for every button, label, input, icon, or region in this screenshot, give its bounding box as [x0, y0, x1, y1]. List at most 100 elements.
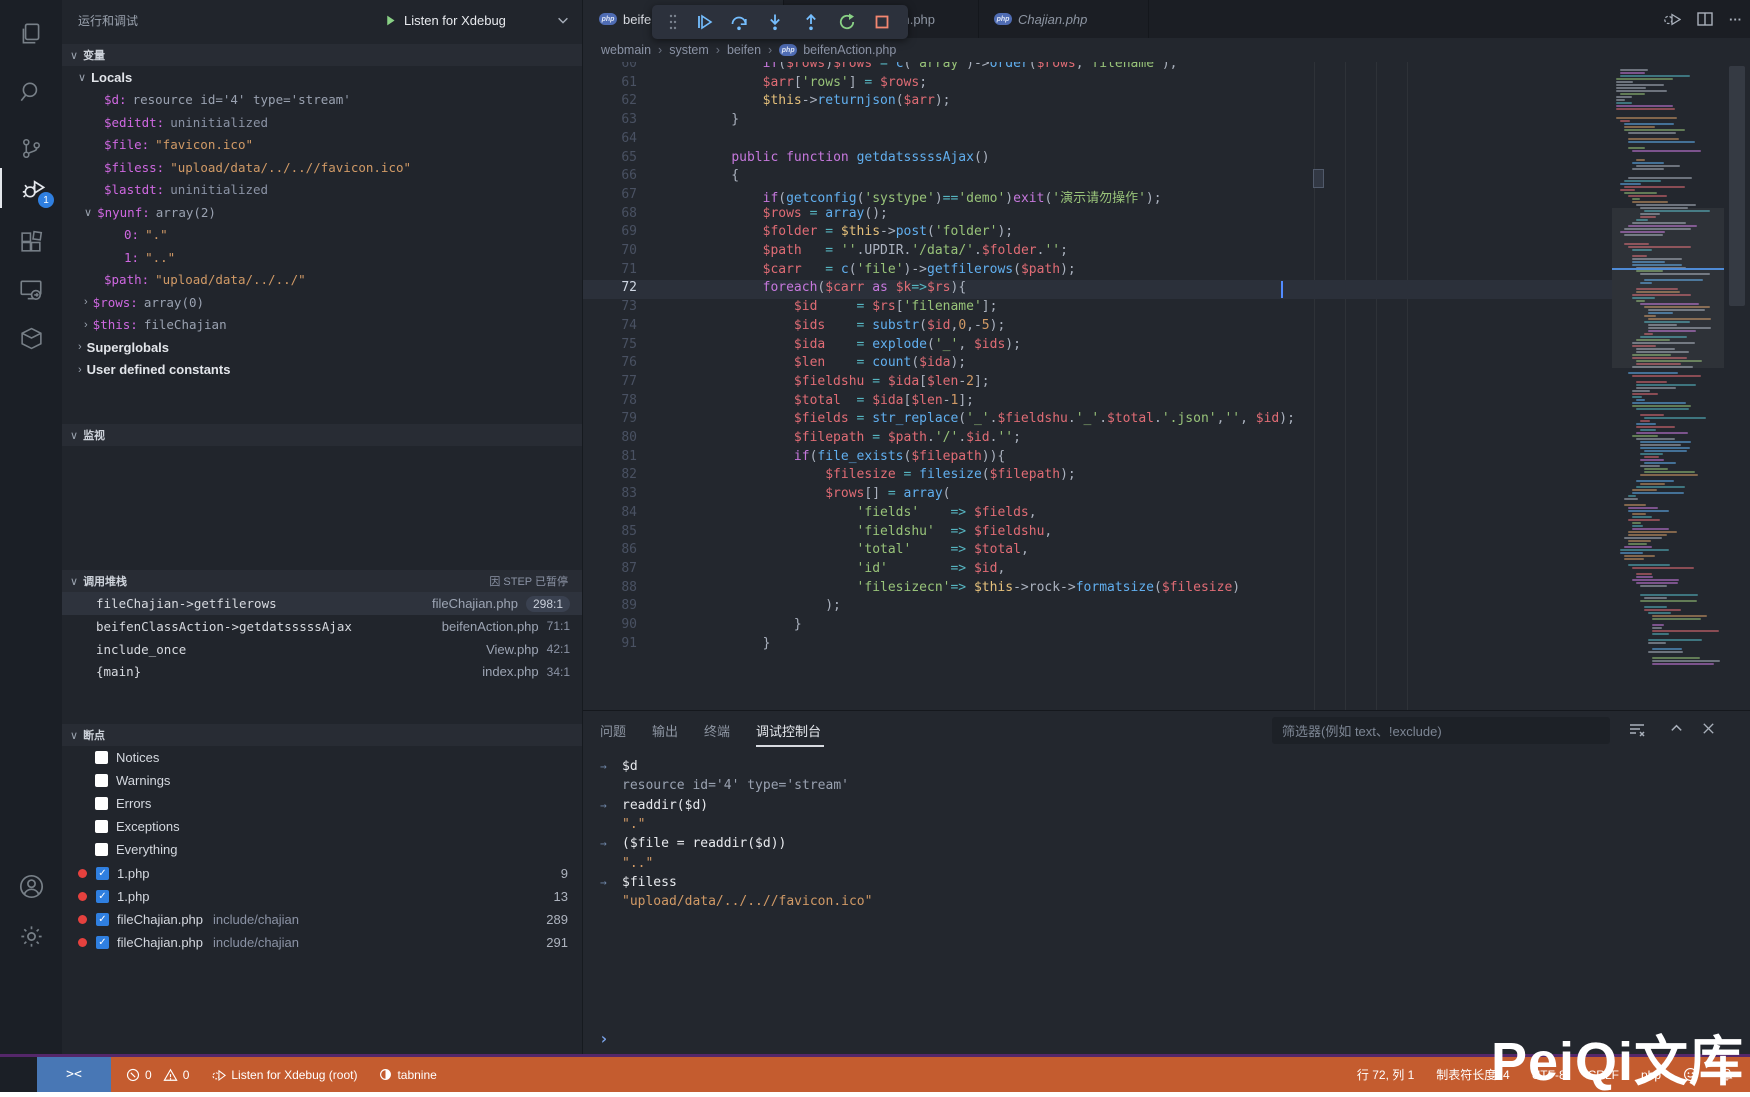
variable-row[interactable]: $editdt:uninitialized — [62, 111, 268, 133]
console-result-row[interactable]: ".." — [583, 856, 1750, 875]
variable-row[interactable]: $file:"favicon.ico" — [62, 134, 253, 156]
code-line[interactable]: 74 $ids = substr($id,0,-5); — [583, 318, 1612, 337]
breakpoint-option-exceptions[interactable]: Exceptions — [62, 815, 582, 838]
variable-row[interactable]: $lastdt:uninitialized — [62, 179, 268, 201]
editor-tab[interactable]: phpChajian.php — [978, 0, 1149, 38]
debug-status[interactable]: Listen for Xdebug (root) — [211, 1057, 357, 1092]
debug-run-icon[interactable] — [1663, 11, 1681, 27]
code-line[interactable]: 85 'fieldshu' => $fieldshu, — [583, 524, 1612, 543]
code-line[interactable]: 66 { — [583, 168, 1612, 187]
step-out-icon[interactable] — [801, 12, 821, 32]
breadcrumb-item[interactable]: system — [669, 43, 709, 57]
stop-icon[interactable] — [872, 12, 892, 32]
activity-source-control-icon[interactable] — [0, 128, 62, 168]
breakpoint-option-warnings[interactable]: Warnings — [62, 769, 582, 792]
panel-tab[interactable]: 问题 — [600, 721, 626, 740]
start-debug-icon[interactable] — [384, 14, 397, 27]
checkbox-checked-icon[interactable]: ✓ — [96, 867, 109, 880]
minimap-viewport[interactable] — [1612, 208, 1724, 368]
drag-grip-icon[interactable] — [668, 12, 678, 32]
watch-section-header[interactable]: ∨监视 — [62, 424, 582, 446]
breadcrumb-item[interactable]: beifenAction.php — [803, 43, 896, 57]
restart-icon[interactable] — [837, 12, 857, 32]
callstack-frame[interactable]: fileChajian->getfilerowsfileChajian.php2… — [62, 592, 582, 615]
code-line[interactable]: 91 } — [583, 636, 1612, 655]
code-line[interactable]: 89 ); — [583, 598, 1612, 617]
editor-more-icon[interactable]: ··· — [1729, 12, 1742, 27]
code-line[interactable]: 65 public function getdatsssssAjax() — [583, 150, 1612, 169]
variable-row[interactable]: ›$rows:array(0) — [62, 291, 204, 313]
code-line[interactable]: 68 $rows = array(); — [583, 206, 1612, 225]
problems-status[interactable]: 0 0 — [126, 1057, 189, 1092]
activity-explorer-icon[interactable] — [0, 14, 62, 54]
code-line[interactable]: 81 if(file_exists($filepath)){ — [583, 449, 1612, 468]
code-line[interactable]: 72 foreach($carr as $k=>$rs){ — [583, 280, 1612, 299]
checkbox-icon[interactable] — [95, 843, 108, 856]
breakpoint-row[interactable]: ✓fileChajian.phpinclude/chajian291 — [62, 931, 582, 954]
step-into-icon[interactable] — [765, 12, 785, 32]
panel-tab[interactable]: 终端 — [704, 721, 730, 740]
code-line[interactable]: 62 $this->returnjson($arr); — [583, 93, 1612, 112]
code-line[interactable]: 88 'filesizecn'=> $this->rock->formatsiz… — [583, 580, 1612, 599]
console-input-row[interactable]: →($file = readdir($d)) — [583, 836, 1750, 855]
code-line[interactable]: 75 $ida = explode('_', $ids); — [583, 337, 1612, 356]
chevron-down-icon[interactable] — [556, 13, 570, 27]
code-line[interactable]: 73 $id = $rs['filename']; — [583, 299, 1612, 318]
variable-row[interactable]: ›$this:fileChajian — [62, 314, 227, 336]
breakpoint-option-everything[interactable]: Everything — [62, 838, 582, 861]
code-line[interactable]: 80 $filepath = $path.'/'.$id.''; — [583, 430, 1612, 449]
code-line[interactable]: 67 if(getconfig('systype')=='demo')exit(… — [583, 187, 1612, 206]
code-line[interactable]: 77 $fieldshu = $ida[$len-2]; — [583, 374, 1612, 393]
callstack-frame[interactable]: beifenClassAction->getdatsssssAjaxbeifen… — [62, 615, 582, 638]
code-line[interactable]: 83 $rows[] = array( — [583, 486, 1612, 505]
activity-account-icon[interactable] — [0, 866, 62, 906]
variables-group-row[interactable]: ›User defined constants — [62, 359, 230, 381]
variables-scope-locals[interactable]: ∨Locals — [62, 66, 132, 88]
activity-run-debug-icon[interactable]: 1 — [0, 168, 64, 208]
code-line[interactable]: 87 'id' => $id, — [583, 561, 1612, 580]
code-line[interactable]: 61 $arr['rows'] = $rows; — [583, 75, 1612, 94]
breadcrumb-item[interactable]: beifen — [727, 43, 761, 57]
variable-row[interactable]: ∨$nyunf:array(2) — [62, 201, 216, 223]
code-area[interactable]: 60 if($rows)$rows = c('array')->order($r… — [583, 62, 1612, 710]
breakpoint-row[interactable]: ✓1.php9 — [62, 862, 582, 885]
code-line[interactable]: 69 $folder = $this->post('folder'); — [583, 224, 1612, 243]
minimap[interactable] — [1612, 62, 1724, 710]
variable-row[interactable]: $path:"upload/data/../../" — [62, 269, 306, 291]
variables-group-row[interactable]: ›Superglobals — [62, 336, 169, 358]
tabnine-status[interactable]: tabnine — [379, 1057, 436, 1092]
variable-row[interactable]: 1:".." — [62, 246, 175, 268]
filter-icon[interactable] — [1628, 721, 1646, 737]
variable-row[interactable]: 0:"." — [62, 224, 168, 246]
console-result-row[interactable]: resource id='4' type='stream' — [583, 778, 1750, 797]
breakpoint-row[interactable]: ✓1.php13 — [62, 885, 582, 908]
breakpoint-option-errors[interactable]: Errors — [62, 792, 582, 815]
console-result-row[interactable]: "." — [583, 817, 1750, 836]
code-line[interactable]: 60 if($rows)$rows = c('array')->order($r… — [583, 62, 1612, 75]
console-filter-input[interactable]: 筛选器(例如 text、!exclude) — [1272, 717, 1610, 744]
checkbox-icon[interactable] — [95, 820, 108, 833]
callstack-frame[interactable]: include_onceView.php42:1 — [62, 638, 582, 661]
split-editor-icon[interactable] — [1697, 11, 1713, 27]
code-line[interactable]: 82 $filesize = filesize($filepath); — [583, 467, 1612, 486]
breakpoint-row[interactable]: ✓fileChajian.phpinclude/chajian289 — [62, 908, 582, 931]
checkbox-checked-icon[interactable]: ✓ — [96, 913, 109, 926]
breakpoints-section-header[interactable]: ∨断点 — [62, 724, 582, 746]
remote-indicator[interactable]: >< — [37, 1057, 111, 1092]
panel-tab[interactable]: 调试控制台 — [756, 721, 821, 740]
variable-row[interactable]: $filess:"upload/data/../..//favicon.ico" — [62, 156, 411, 178]
callstack-section-header[interactable]: ∨调用堆栈 因 STEP 已暂停 — [62, 570, 582, 592]
close-panel-icon[interactable] — [1701, 721, 1716, 736]
maximize-panel-icon[interactable] — [1669, 721, 1684, 736]
console-input-row[interactable]: →readdir($d) — [583, 798, 1750, 817]
code-line[interactable]: 76 $len = count($ida); — [583, 355, 1612, 374]
callstack-frame[interactable]: {main}index.php34:1 — [62, 660, 582, 683]
checkbox-checked-icon[interactable]: ✓ — [96, 890, 109, 903]
code-line[interactable]: 64 — [583, 131, 1612, 150]
code-line[interactable]: 71 $carr = c('file')->getfilerows($path)… — [583, 262, 1612, 281]
checkbox-icon[interactable] — [95, 797, 108, 810]
checkbox-icon[interactable] — [95, 774, 108, 787]
variable-row[interactable]: $d:resource id='4' type='stream' — [62, 89, 351, 111]
code-line[interactable]: 78 $total = $ida[$len-1]; — [583, 393, 1612, 412]
panel-tab[interactable]: 输出 — [652, 721, 678, 740]
